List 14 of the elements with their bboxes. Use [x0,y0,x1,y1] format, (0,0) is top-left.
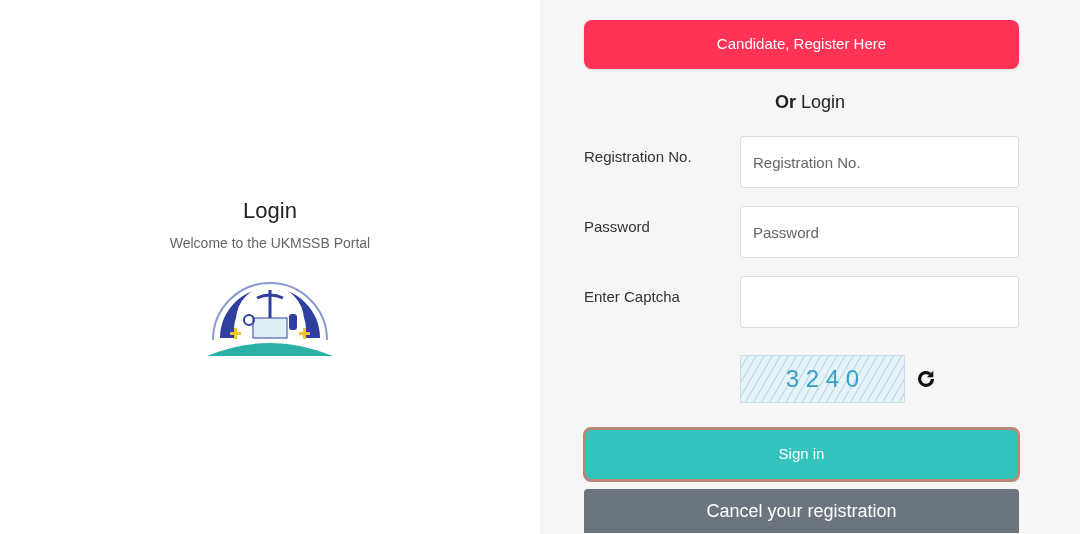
field-label: Password [584,217,651,237]
login-title: Login [243,197,297,225]
welcome-subtitle: Welcome to the UKMSSB Portal [169,234,371,253]
input-field[interactable]: Registration No. [740,136,1019,188]
input-field[interactable] [740,276,1019,328]
cancel-registration-button[interactable]: Cancel your registration [584,489,1019,533]
field-label: Registration No. [584,147,693,167]
input-field[interactable]: Password [740,206,1019,258]
or-login-heading: Or Login [774,91,846,114]
field-label: Enter Captcha [584,287,681,307]
sign-in-button[interactable]: Sign in [583,427,1020,482]
register-button[interactable]: Candidate, Register Here [584,20,1019,69]
captcha-image: 3 2 4 0 [740,355,905,403]
refresh-icon[interactable] [915,368,937,390]
